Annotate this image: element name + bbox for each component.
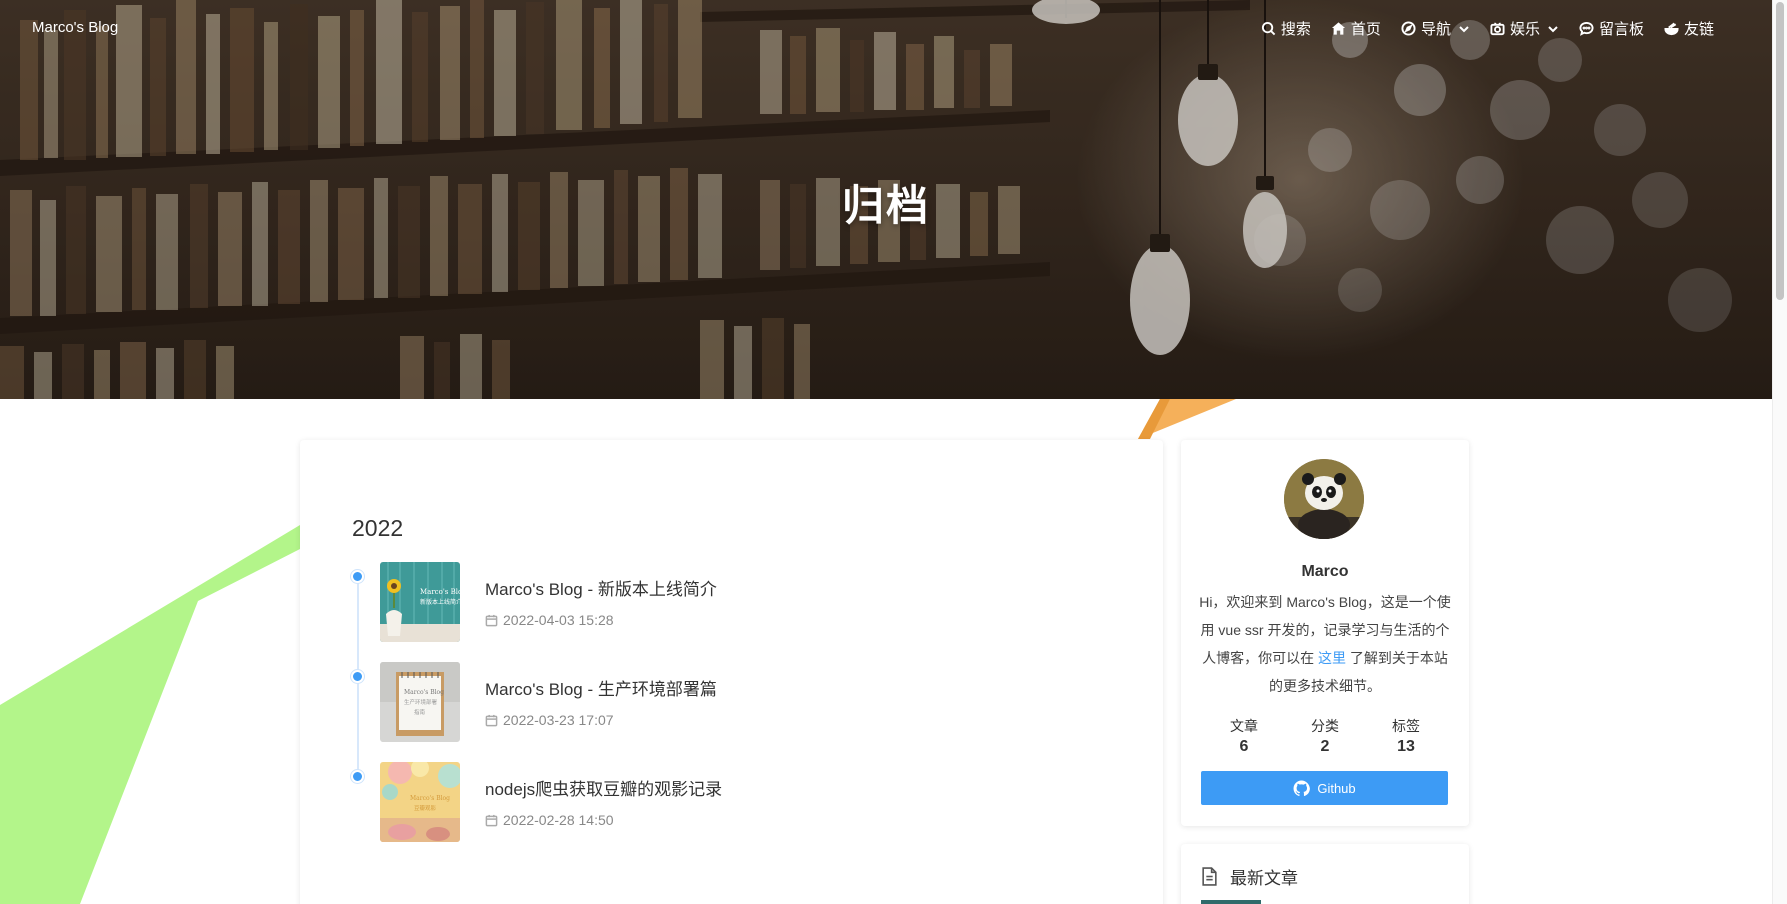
nav-home[interactable]: 首页 [1331,18,1381,39]
github-icon [1293,780,1311,796]
calendar-icon [485,614,498,626]
stat-categories[interactable]: 分类 2 [1285,716,1365,756]
svg-text:Marco's Blog: Marco's Blog [410,795,450,802]
nav-guestbook-label: 留言板 [1598,21,1644,38]
nav-friend-links-label: 友链 [1683,21,1714,38]
svg-text:Marco's Blog: Marco's Blog [420,588,460,596]
home-icon [1331,22,1345,35]
nav-search-label: 搜索 [1280,21,1311,38]
post-date-text: 2022-04-03 15:28 [503,612,614,628]
chevron-down-icon [1459,25,1469,32]
search-icon [1261,21,1276,36]
page-scrollbar[interactable] [1772,0,1787,904]
stat-value: 13 [1397,738,1415,755]
stat-articles[interactable]: 文章 6 [1204,716,1284,756]
post-date-text: 2022-03-23 17:07 [503,712,614,728]
archive-item[interactable]: Marco's Blog 新版本上线简介 Marco's Blog - 新版本上… [300,562,1100,642]
stat-label: 标签 [1392,718,1420,734]
post-date: 2022-04-03 15:28 [485,612,614,628]
nav-guide[interactable]: 导航 [1401,18,1470,39]
archive-card: 2022 Marco's Blog 新版本上线简介 Marco's Blog -… [300,440,1163,904]
svg-text:指南: 指南 [414,708,426,716]
post-title-link[interactable]: nodejs爬虫获取豆瓣的观影记录 [485,775,722,800]
recent-articles-card: 最新文章 [1181,844,1469,904]
post-thumbnail[interactable]: Marco's Blog 生产环境部署 指南 [380,662,460,742]
compass-icon [1401,21,1416,36]
nav-friend-links[interactable]: 友链 [1664,18,1714,39]
nav-home-label: 首页 [1350,21,1381,38]
post-date: 2022-03-23 17:07 [485,712,614,728]
hero-banner: 归档 [0,0,1772,399]
nav-entertainment-label: 娱乐 [1509,21,1540,38]
brand-link[interactable]: Marco's Blog [32,19,118,36]
stat-label: 文章 [1230,718,1258,734]
bio-link[interactable]: 这里 [1318,650,1346,666]
archive-item[interactable]: Marco's Blog 生产环境部署 指南 Marco's Blog - 生产… [300,662,1100,742]
stat-tags[interactable]: 标签 13 [1366,716,1446,756]
avatar [1284,459,1364,539]
nav-guide-label: 导航 [1420,21,1451,38]
recent-articles-title: 最新文章 [1230,869,1298,888]
archive-year: 2022 [352,515,404,541]
archive-item[interactable]: Marco's Blog 豆瓣观影 nodejs爬虫获取豆瓣的观影记录 2022… [300,762,1100,842]
top-navbar: Marco's Blog 搜索 首页 导航 娱乐 留言板 友链 [0,0,1772,58]
recent-articles-header: 最新文章 [1201,864,1298,889]
bowl-icon [1664,22,1679,36]
stat-label: 分类 [1311,718,1339,734]
github-button-label: Github [1317,780,1356,796]
calendar-icon [485,814,498,826]
post-thumbnail[interactable]: Marco's Blog 新版本上线简介 [380,562,460,642]
profile-card: Marco Hi，欢迎来到 Marco's Blog，这是一个使用 vue ss… [1181,440,1469,826]
message-icon [1579,21,1594,36]
chevron-down-icon [1548,25,1558,32]
github-button[interactable]: Github [1201,771,1448,805]
timeline-dot [351,670,364,683]
post-date-text: 2022-02-28 14:50 [503,812,614,828]
recent-articles-underline [1201,900,1261,904]
svg-text:生产环境部署: 生产环境部署 [404,698,438,706]
post-thumbnail[interactable]: Marco's Blog 豆瓣观影 [380,762,460,842]
svg-text:新版本上线简介: 新版本上线简介 [420,598,460,606]
profile-name: Marco [1301,563,1349,580]
nav-entertainment[interactable]: 娱乐 [1490,18,1559,39]
document-icon [1202,867,1217,886]
post-title-link[interactable]: Marco's Blog - 新版本上线简介 [485,575,717,600]
stat-value: 6 [1239,738,1249,755]
nav-guestbook[interactable]: 留言板 [1579,18,1644,39]
timeline-dot [351,770,364,783]
nav-search[interactable]: 搜索 [1261,18,1311,39]
svg-text:Marco's Blog: Marco's Blog [404,689,444,696]
timeline-dot [351,570,364,583]
svg-text:豆瓣观影: 豆瓣观影 [414,804,437,812]
post-title-link[interactable]: Marco's Blog - 生产环境部署篇 [485,675,717,700]
camera-icon [1490,22,1505,36]
profile-stats: 文章 6 分类 2 标签 13 [1204,716,1446,756]
nav-menu: 搜索 首页 导航 娱乐 留言板 友链 [1261,18,1714,39]
page-title: 归档 [841,182,930,229]
profile-bio: Hi，欢迎来到 Marco's Blog，这是一个使用 vue ssr 开发的，… [1199,588,1451,700]
scrollbar-thumb[interactable] [1776,2,1784,300]
calendar-icon [485,714,498,726]
post-date: 2022-02-28 14:50 [485,812,614,828]
stat-value: 2 [1320,738,1330,755]
